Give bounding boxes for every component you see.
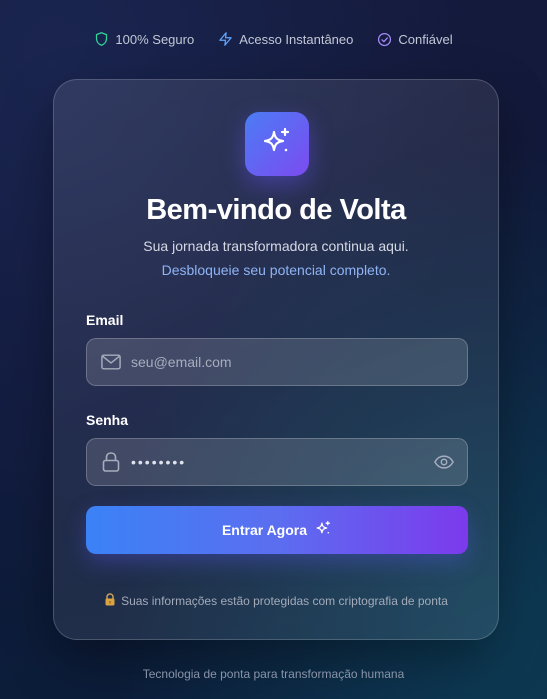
login-card: Bem-vindo de Volta Sua jornada transform… bbox=[53, 79, 499, 640]
trust-badge-label: Confiável bbox=[398, 31, 453, 47]
app-logo bbox=[245, 112, 309, 176]
page-subtitle: Sua jornada transformadora continua aqui… bbox=[143, 238, 409, 254]
trust-badges: 100% Seguro Acesso Instantâneo Confiável bbox=[0, 28, 547, 50]
check-circle-icon bbox=[377, 32, 392, 47]
shield-icon bbox=[94, 31, 109, 47]
page-title: Bem-vindo de Volta bbox=[146, 194, 406, 226]
lock-icon bbox=[100, 452, 122, 472]
submit-button-label: Entrar Agora bbox=[221, 522, 308, 538]
security-note: Suas informações estão protegidas com cr… bbox=[54, 593, 498, 609]
trust-badge-label: 100% Seguro bbox=[115, 31, 195, 47]
mail-icon bbox=[100, 354, 122, 370]
lightning-icon bbox=[218, 31, 233, 47]
submit-button[interactable]: Entrar Agora bbox=[86, 506, 468, 554]
trust-badge-secure: 100% Seguro bbox=[94, 31, 194, 47]
page-subtitle-highlight: Desbloqueie seu potencial completo. bbox=[161, 262, 391, 278]
email-label: Email bbox=[86, 312, 124, 328]
footer-tagline: Tecnologia de ponta para transformação h… bbox=[142, 667, 405, 681]
password-label: Senha bbox=[86, 412, 129, 428]
trust-badge-label: Acesso Instantâneo bbox=[239, 31, 354, 47]
sparkles-icon bbox=[261, 126, 293, 163]
email-field[interactable] bbox=[131, 354, 467, 370]
trust-badge-reliable: Confiável bbox=[377, 31, 453, 47]
email-field-container bbox=[86, 338, 468, 386]
password-field[interactable] bbox=[131, 454, 433, 470]
security-note-text: Suas informações estão protegidas com cr… bbox=[121, 594, 448, 608]
trust-badge-instant: Acesso Instantâneo bbox=[218, 31, 353, 47]
lock-emoji-icon bbox=[104, 593, 116, 609]
password-field-container bbox=[86, 438, 468, 486]
sparkles-icon bbox=[315, 520, 332, 540]
eye-icon[interactable] bbox=[433, 455, 455, 469]
